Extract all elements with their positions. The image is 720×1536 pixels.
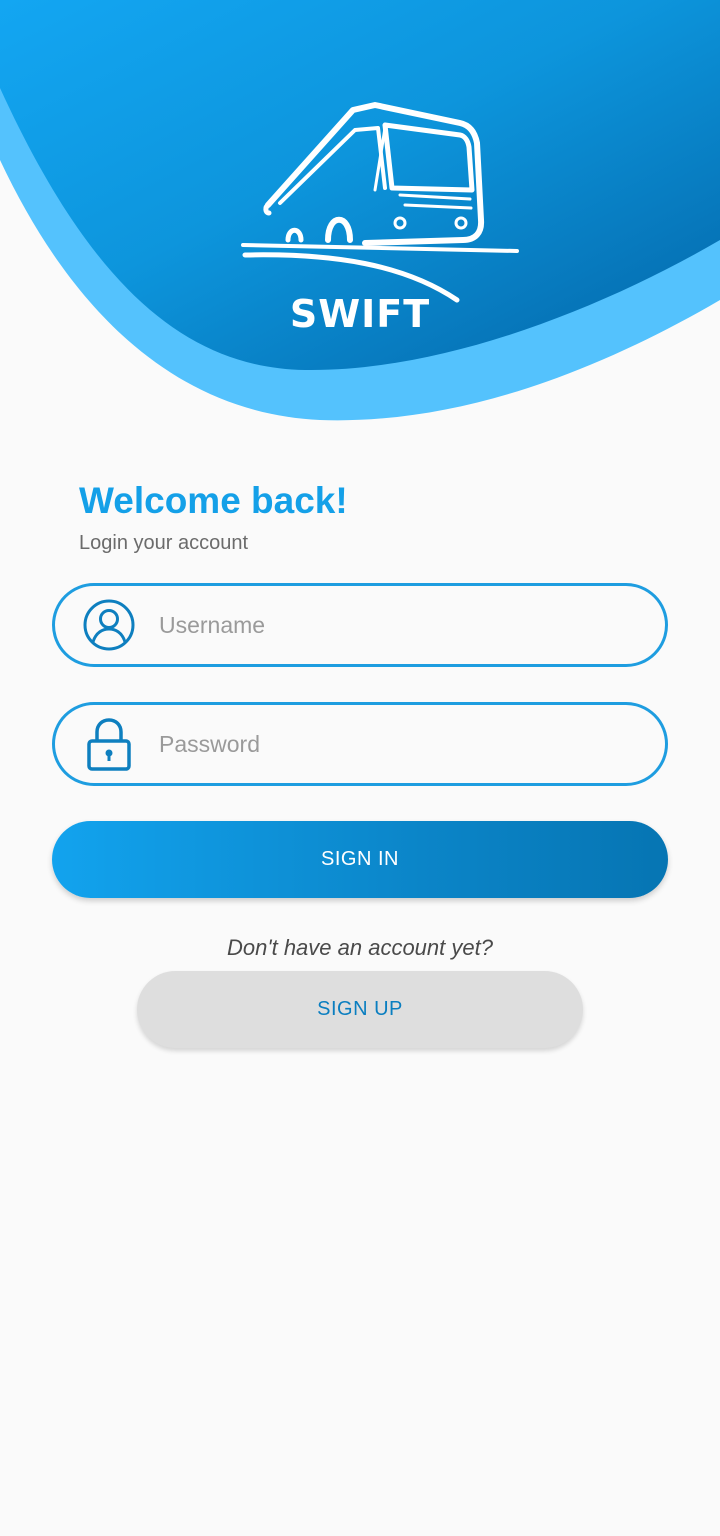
lock-icon	[81, 716, 137, 772]
username-input[interactable]	[157, 610, 641, 640]
sign-up-button[interactable]: SIGN UP	[137, 971, 583, 1048]
bus-icon	[241, 102, 519, 303]
password-field[interactable]	[52, 702, 668, 786]
brand-name: SWIFT	[289, 292, 431, 336]
password-input[interactable]	[157, 729, 641, 759]
page-subtitle: Login your account	[79, 532, 249, 554]
username-field[interactable]	[52, 583, 668, 667]
page-title: Welcome back!	[79, 480, 348, 521]
signup-prompt: Don't have an account yet?	[227, 935, 493, 960]
sign-in-button[interactable]: SIGN IN	[52, 821, 668, 898]
user-icon	[81, 597, 137, 653]
